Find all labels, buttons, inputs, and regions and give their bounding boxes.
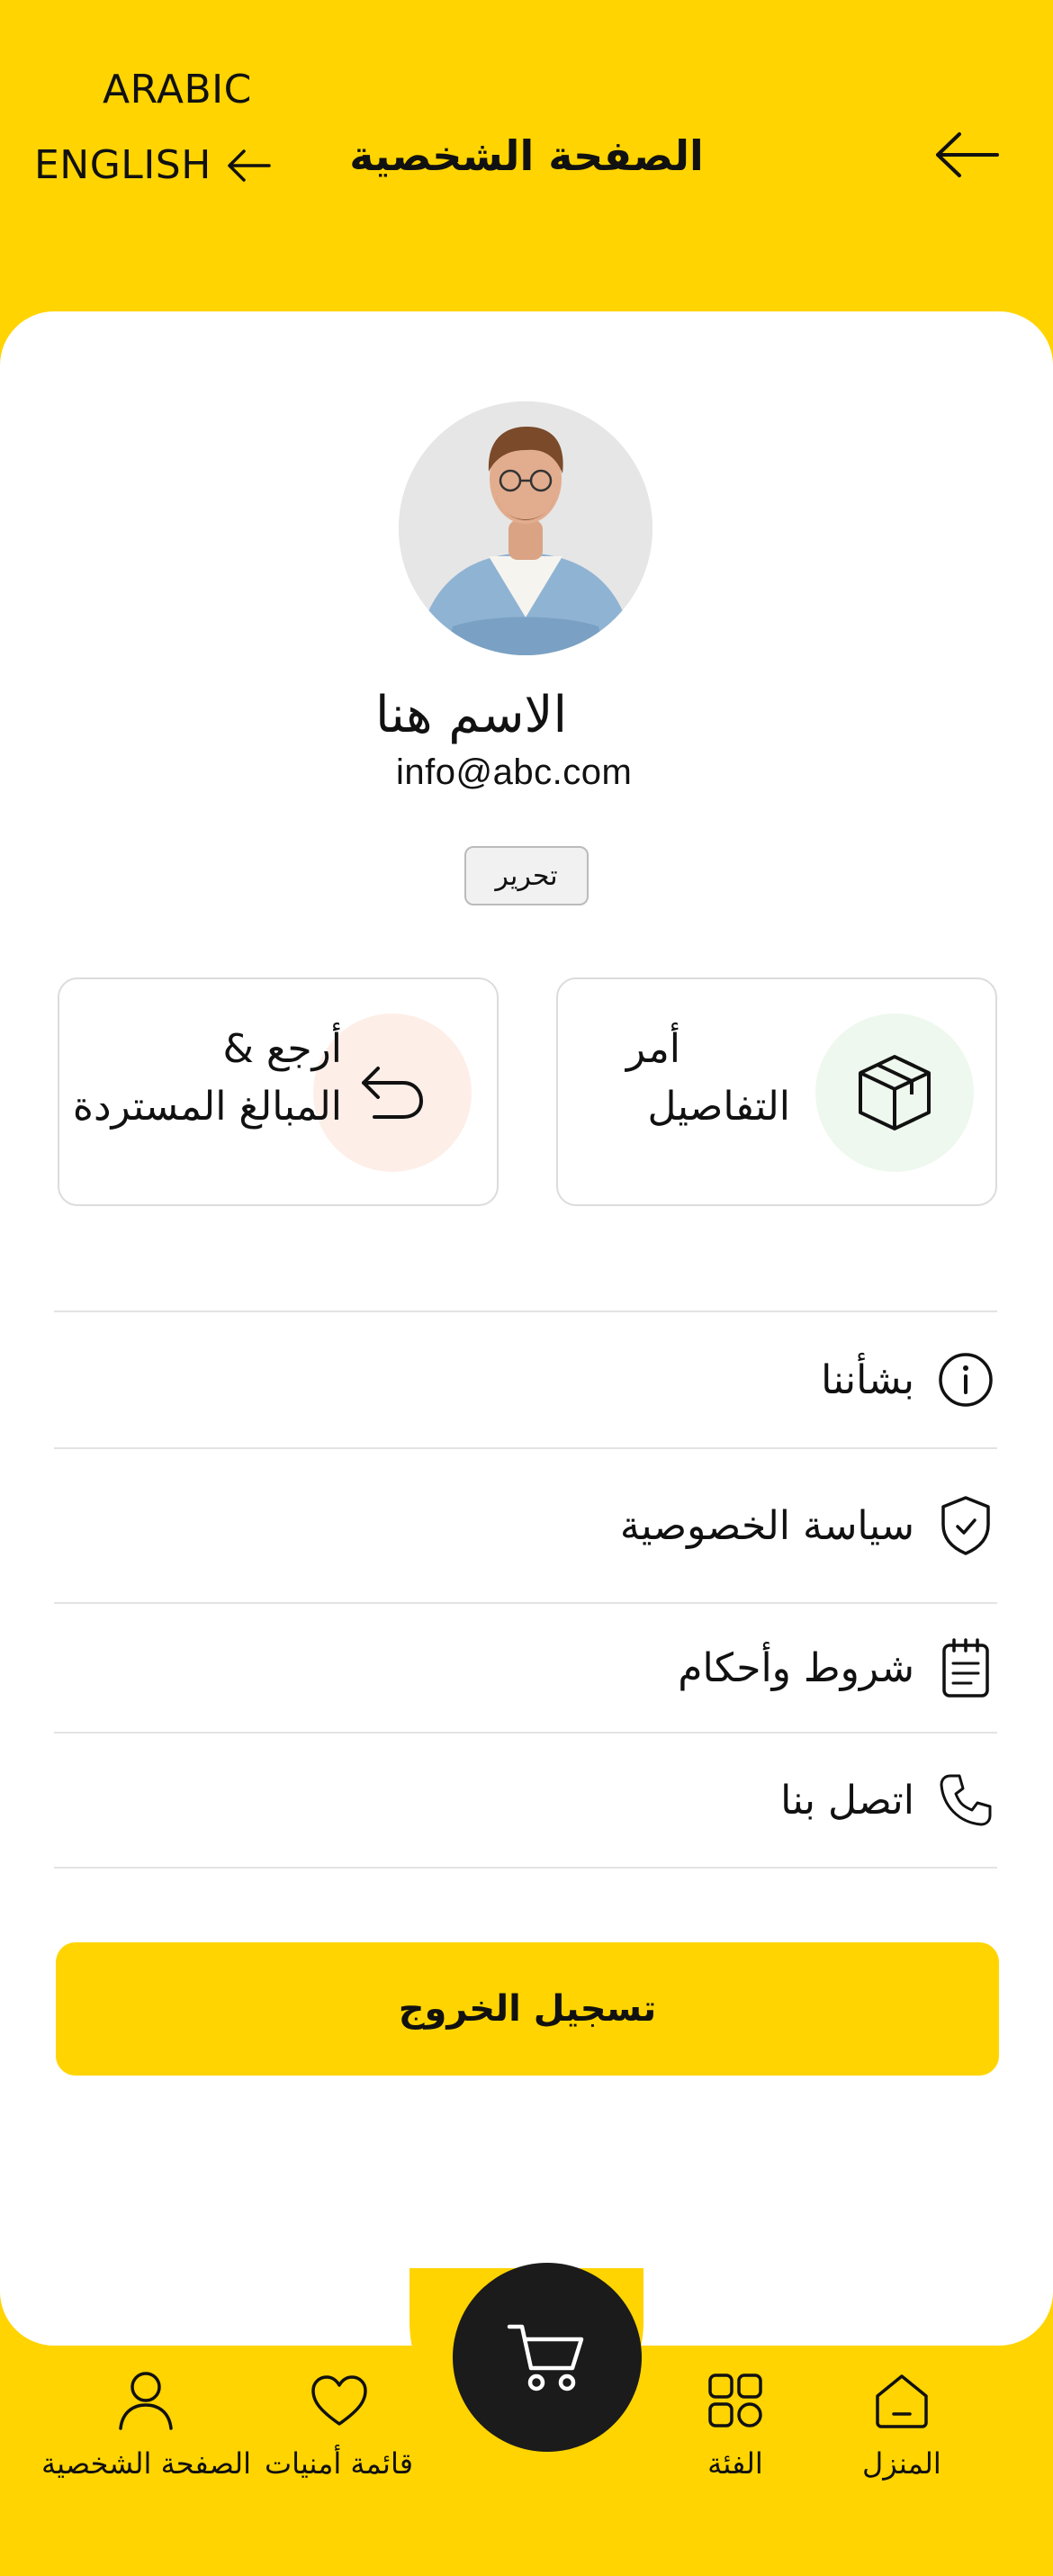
edit-profile-button[interactable]: تحرير — [464, 846, 589, 905]
menu-label-contact-us: اتصل بنا — [780, 1777, 914, 1824]
order-details-tile[interactable]: أمر التفاصيل — [556, 977, 997, 1206]
avatar-photo — [399, 401, 652, 655]
nav-profile[interactable]: الصفحة الشخصية — [41, 2367, 251, 2481]
menu-label-about-us: بشأننا — [821, 1356, 914, 1403]
menu-item-about-us[interactable]: بشأننا — [54, 1311, 997, 1447]
nav-category-label: الفئة — [707, 2446, 763, 2481]
grid-category-icon — [702, 2367, 769, 2434]
returns-label-line2: المبالغ المستردة — [72, 1084, 342, 1130]
notepad-icon — [934, 1636, 997, 1699]
menu-item-contact-us[interactable]: اتصل بنا — [54, 1732, 997, 1869]
nav-profile-label: الصفحة الشخصية — [41, 2446, 251, 2481]
phone-icon — [934, 1769, 997, 1832]
nav-home-label: المنزل — [862, 2446, 941, 2481]
info-icon — [934, 1348, 997, 1411]
settings-menu: بشأننا سياسة الخصوصية شروط وأحكام اتصل ب… — [54, 1311, 997, 1869]
home-icon — [868, 2367, 935, 2434]
menu-label-privacy-policy: سياسة الخصوصية — [619, 1502, 914, 1549]
return-arrow-icon — [362, 1067, 424, 1119]
orders-label-line2: التفاصيل — [647, 1084, 790, 1130]
user-name: الاسم هنا — [375, 686, 567, 744]
shield-check-icon — [934, 1494, 997, 1557]
back-arrow-icon[interactable] — [934, 131, 999, 178]
menu-label-terms-conditions: شروط وأحكام — [678, 1644, 914, 1691]
menu-item-privacy-policy[interactable]: سياسة الخصوصية — [54, 1447, 997, 1602]
nav-wishlist[interactable]: قائمة أمنيات — [265, 2367, 413, 2481]
returns-label-line1: أرجع & — [222, 1026, 342, 1072]
language-arabic-option[interactable]: ARABIC — [103, 67, 252, 113]
menu-item-terms-conditions[interactable]: شروط وأحكام — [54, 1602, 997, 1732]
user-email: info@abc.com — [396, 752, 633, 792]
header: ARABIC ENGLISH الصفحة الشخصية — [0, 0, 1053, 315]
user-icon — [112, 2367, 179, 2434]
nav-category[interactable]: الفئة — [702, 2367, 769, 2481]
page-title: الصفحة الشخصية — [349, 131, 704, 180]
shopping-cart-icon — [507, 2324, 584, 2391]
nav-wishlist-label: قائمة أمنيات — [265, 2446, 413, 2481]
nav-home[interactable]: المنزل — [862, 2367, 941, 2481]
cart-button[interactable] — [453, 2263, 642, 2452]
avatar — [399, 401, 652, 655]
heart-icon — [306, 2367, 373, 2434]
orders-label-line1: أمر — [626, 1026, 680, 1072]
package-box-icon — [859, 1055, 931, 1130]
returns-refunds-tile[interactable]: أرجع & المبالغ المستردة — [58, 977, 499, 1206]
logout-button[interactable]: تسجيل الخروج — [56, 1942, 999, 2076]
orders-icon-circle — [815, 1013, 974, 1172]
